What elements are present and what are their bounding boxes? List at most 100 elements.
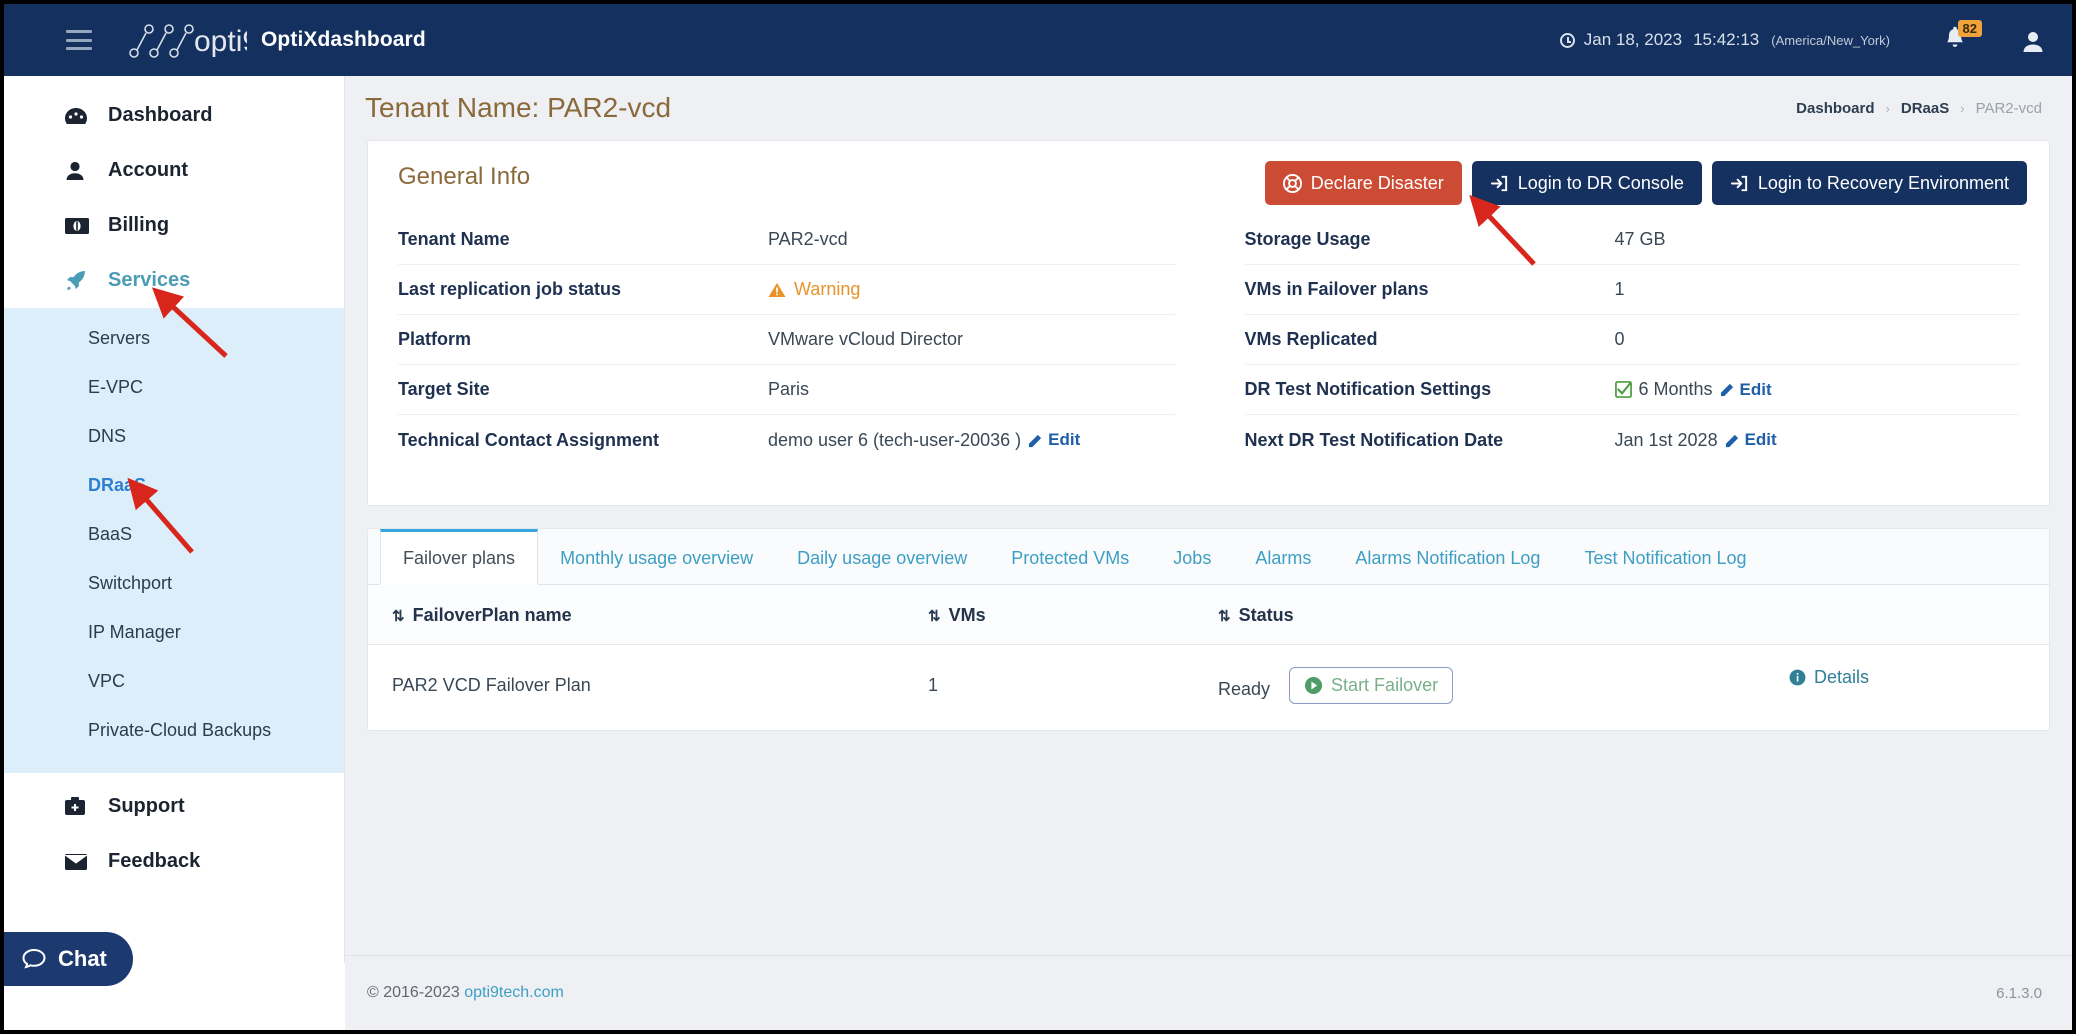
notifications-button[interactable]: 82 [1942, 20, 1982, 60]
login-recovery-environment-button[interactable]: Login to Recovery Environment [1711, 161, 2027, 205]
breadcrumb: Dashboard › DRaaS › PAR2-vcd [1796, 100, 2042, 117]
tab-alarms[interactable]: Alarms [1233, 529, 1333, 584]
sidebar-item-account[interactable]: Account [4, 143, 344, 198]
main-content: Tenant Name: PAR2-vcd Dashboard › DRaaS … [345, 76, 2072, 963]
sidebar-subitem-label: BaaS [88, 524, 133, 544]
sidebar-subitem-label: Switchport [88, 573, 173, 593]
tab-protected-vms[interactable]: Protected VMs [989, 529, 1151, 584]
brand-title: OptiXdashboard [261, 28, 426, 51]
details-label: Details [1813, 667, 1869, 687]
breadcrumb-item-draas[interactable]: DRaaS [1901, 100, 1949, 117]
sidebar-item-services[interactable]: Services [4, 253, 344, 308]
sidebar-subitem-servers[interactable]: Servers [4, 314, 344, 363]
sidebar-subitem-draas[interactable]: DRaaS [4, 461, 344, 510]
svg-text:opti9: opti9 [194, 25, 247, 58]
sidebar-subitem-label: Servers [88, 328, 151, 348]
tab-monthly-usage-overview[interactable]: Monthly usage overview [538, 529, 775, 584]
info-value-wrap: demo user 6 (tech-user-20036 ) Edit [768, 430, 1080, 451]
sidebar-subitem-e-vpc[interactable]: E-VPC [4, 363, 344, 412]
chevron-right-icon: › [1885, 100, 1890, 116]
declare-disaster-button[interactable]: Declare Disaster [1264, 161, 1462, 205]
general-info-actions: Declare Disaster Login to DR Console Log… [1264, 161, 2027, 205]
login-recovery-environment-label: Login to Recovery Environment [1757, 172, 2009, 193]
edit-dr-test-notification-settings-link[interactable]: Edit [1720, 380, 1772, 400]
start-failover-button[interactable]: Start Failover [1289, 667, 1454, 704]
chat-bubble-icon [22, 948, 46, 969]
sort-icon: ⇅ [1218, 608, 1231, 625]
chat-button[interactable]: Chat [4, 932, 133, 986]
sidebar-item-label: Billing [108, 214, 170, 236]
info-label: Next DR Test Notification Date [1244, 429, 1504, 450]
info-row-technical-contact-assignment: Technical Contact Assignment demo user 6… [398, 415, 1175, 465]
table-header-row: ⇅ FailoverPlan name ⇅ VMs ⇅ Status [368, 585, 2049, 645]
tab-alarms-notification-log[interactable]: Alarms Notification Log [1333, 529, 1562, 584]
column-header-vms[interactable]: ⇅ VMs [928, 585, 1218, 645]
tab-label: Protected VMs [1011, 548, 1130, 568]
sidebar-subitem-switchport[interactable]: Switchport [4, 559, 344, 608]
sidebar-subitem-dns[interactable]: DNS [4, 412, 344, 461]
tab-label: Monthly usage overview [560, 548, 754, 568]
rocket-icon [64, 269, 94, 293]
table-row[interactable]: PAR2 VCD Failover Plan 1 Ready Start Fai… [368, 645, 2049, 731]
general-info-grid: Tenant Name PAR2-vcd Last replication jo… [368, 191, 2049, 505]
info-row-dr-test-notification-settings: DR Test Notification Settings 6 Months E… [1244, 365, 2019, 415]
edit-pencil-icon [1029, 434, 1042, 447]
tab-label: Jobs [1173, 548, 1212, 568]
page-footer: © 2016-2023 opti9tech.com 6.1.3.0 [345, 955, 2072, 1030]
general-info-right-column: Storage Usage 47 GB VMs in Failover plan… [1209, 215, 2020, 465]
info-row-vms-replicated: VMs Replicated 0 [1244, 315, 2019, 365]
sidebar-subitem-baas[interactable]: BaaS [4, 510, 344, 559]
current-time: 15:42:13 [1693, 30, 1760, 49]
user-account-button[interactable] [2020, 23, 2046, 57]
warning-triangle-icon [768, 282, 786, 297]
hamburger-icon[interactable] [66, 30, 92, 50]
chevron-right-icon: › [1960, 100, 1965, 116]
info-label: Technical Contact Assignment [398, 429, 660, 450]
sidebar-subitem-private-cloud-backups[interactable]: Private-Cloud Backups [4, 706, 344, 755]
sidebar-item-dashboard[interactable]: Dashboard [4, 88, 344, 143]
sidebar-item-label: Account [108, 159, 188, 181]
breadcrumb-item-dashboard[interactable]: Dashboard [1796, 100, 1874, 117]
column-header-status[interactable]: ⇅ Status [1218, 585, 2049, 645]
services-submenu: Servers E-VPC DNS DRaaS BaaS Switchport … [4, 308, 344, 773]
tab-daily-usage-overview[interactable]: Daily usage overview [775, 529, 989, 584]
info-value: demo user 6 (tech-user-20036 ) [768, 429, 1022, 450]
tab-failover-plans[interactable]: Failover plans [380, 529, 539, 585]
topbar-right-cluster: Jan 18, 2023 15:42:13 (America/New_York)… [1559, 4, 2046, 76]
login-dr-console-button[interactable]: Login to DR Console [1471, 161, 1702, 205]
tab-label: Failover plans [403, 548, 516, 568]
lifering-icon [1282, 173, 1302, 193]
money-bill-icon [64, 217, 94, 235]
details-link[interactable]: Details [1789, 667, 1869, 688]
info-row-storage-usage: Storage Usage 47 GB [1244, 215, 2019, 265]
chat-label: Chat [58, 946, 107, 971]
sidebar-subitem-ip-manager[interactable]: IP Manager [4, 608, 344, 657]
edit-technical-contact-link[interactable]: Edit [1028, 430, 1080, 450]
user-icon [64, 160, 94, 182]
failover-tabs-card: Failover plans Monthly usage overview Da… [367, 528, 2050, 731]
opti9-logo-icon: opti9 [129, 24, 247, 58]
info-row-last-replication-job-status: Last replication job status Warning [398, 265, 1175, 315]
info-label: DR Test Notification Settings [1244, 379, 1492, 399]
status-badge: Warning [768, 279, 860, 300]
clock-display: Jan 18, 2023 15:42:13 (America/New_York) [1559, 30, 1890, 50]
sidebar-item-feedback[interactable]: Feedback [4, 834, 344, 889]
info-row-next-dr-test-notification-date: Next DR Test Notification Date Jan 1st 2… [1245, 415, 2020, 465]
tachometer-icon [64, 105, 94, 127]
info-row-target-site: Target Site Paris [398, 365, 1175, 415]
tab-test-notification-log[interactable]: Test Notification Log [1562, 529, 1768, 584]
sign-in-icon [1490, 175, 1507, 191]
edit-next-dr-test-date-link[interactable]: Edit [1725, 430, 1777, 450]
info-label: Tenant Name [398, 229, 510, 249]
sort-icon: ⇅ [392, 608, 405, 625]
opti9tech-link[interactable]: opti9tech.com [464, 984, 564, 1001]
clock-icon [1559, 32, 1575, 48]
brand-logo[interactable]: opti9 OptiXdashboard [122, 17, 426, 63]
app-window: opti9 OptiXdashboard Jan 18, 2023 15:42:… [0, 0, 2076, 1034]
column-label: FailoverPlan name [412, 605, 572, 625]
tab-jobs[interactable]: Jobs [1151, 529, 1233, 584]
sidebar-item-support[interactable]: Support [4, 779, 344, 834]
column-header-failoverplan-name[interactable]: ⇅ FailoverPlan name [368, 585, 928, 645]
sidebar-subitem-vpc[interactable]: VPC [4, 657, 344, 706]
sidebar-item-billing[interactable]: Billing [4, 198, 344, 253]
